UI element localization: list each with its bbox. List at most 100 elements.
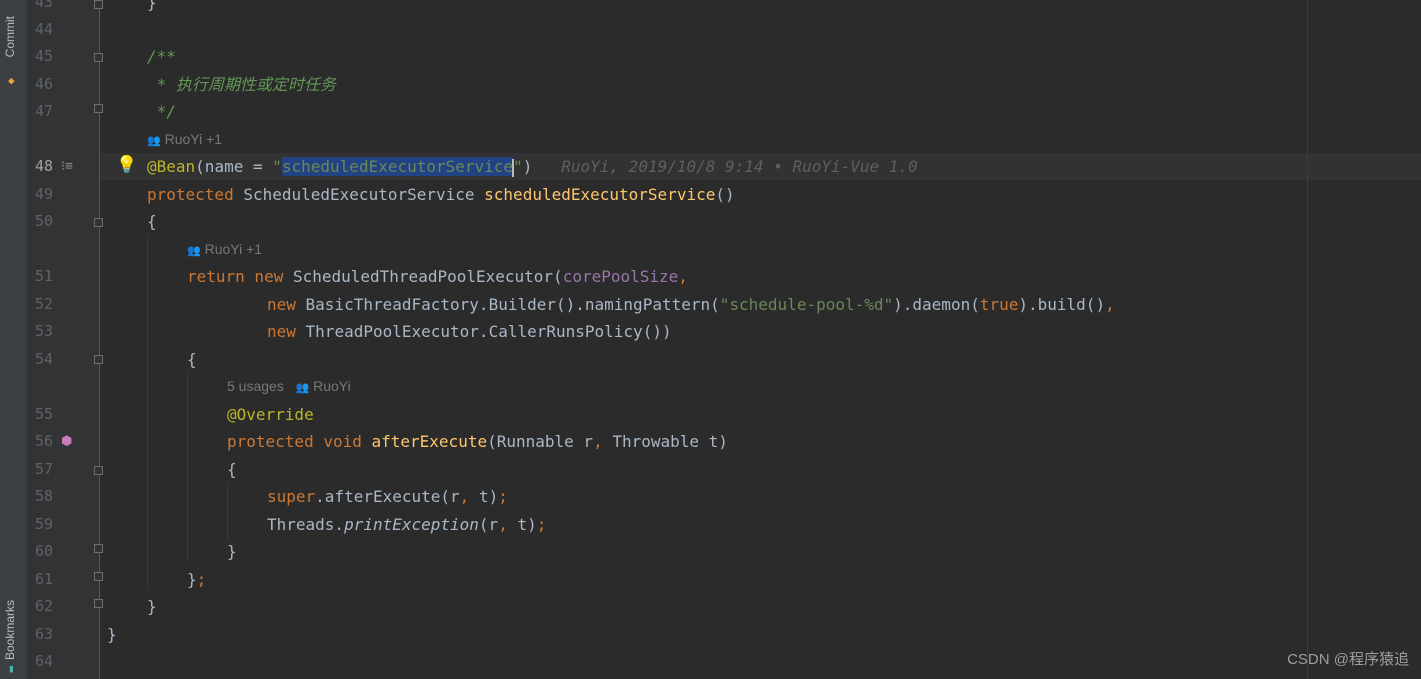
code-line-47[interactable]: */: [147, 98, 176, 125]
usages-hint-text[interactable]: 5 usages: [227, 378, 284, 394]
code-token: t): [507, 515, 537, 534]
code-token: ).build(): [1018, 295, 1106, 314]
code-line-55[interactable]: @Override: [227, 401, 314, 428]
fold-marker[interactable]: [94, 572, 103, 581]
code-token: {: [227, 460, 237, 479]
code-token: ,: [498, 515, 508, 534]
fold-marker[interactable]: [94, 466, 103, 475]
code-token: (): [715, 185, 735, 204]
lightbulb-icon[interactable]: 💡: [116, 154, 137, 176]
code-token: afterExecute: [361, 432, 488, 451]
code-token: ,: [1105, 295, 1115, 314]
code-token: * 执行周期性或定时任务: [147, 75, 336, 94]
code-line-49[interactable]: protected ScheduledExecutorService sched…: [147, 181, 735, 208]
code-line-54[interactable]: {: [187, 346, 197, 373]
line-number: 52: [34, 295, 53, 313]
code-line-53[interactable]: new ThreadPoolExecutor.CallerRunsPolicy(…: [267, 318, 672, 345]
code-line-46[interactable]: * 执行周期性或定时任务: [147, 71, 336, 98]
code-token: (r: [478, 515, 499, 534]
line-number: 64: [34, 652, 53, 670]
code-token: ": [272, 157, 282, 176]
code-token: true: [979, 295, 1019, 314]
users-icon: 👥: [187, 245, 201, 257]
line-number: 57: [34, 460, 53, 478]
override-marker-icon[interactable]: ⬢: [61, 428, 72, 455]
fold-marker[interactable]: [94, 544, 103, 553]
code-token: Throwable t): [602, 432, 728, 451]
code-token: new: [267, 295, 296, 314]
line-number: 53: [34, 322, 53, 340]
code-line-52[interactable]: new BasicThreadFactory.Builder().namingP…: [267, 291, 1115, 318]
fold-marker[interactable]: [94, 53, 103, 62]
fold-marker[interactable]: [94, 599, 103, 608]
code-line-59[interactable]: Threads.printException(r, t);: [267, 511, 546, 538]
author-inlay-hint[interactable]: 👥 RuoYi +1: [187, 236, 262, 265]
bookmarks-tab[interactable]: Bookmarks: [3, 600, 17, 660]
code-token: }: [227, 542, 237, 561]
code-token: @Bean: [147, 157, 196, 176]
code-line-63[interactable]: }: [107, 621, 117, 648]
author-hint-text: RuoYi +1: [164, 131, 223, 147]
code-token: corePoolSize: [562, 267, 679, 286]
code-line-45[interactable]: /**: [147, 43, 176, 70]
indent-guide: [187, 370, 188, 562]
code-token: ScheduledThreadPoolExecutor(: [283, 267, 563, 286]
code-token: Threads.: [267, 515, 345, 534]
line-number: 54: [34, 350, 53, 368]
line-number: 60: [34, 542, 53, 560]
code-token: ): [522, 157, 533, 176]
code-token: super: [267, 487, 316, 506]
code-token: ThreadPoolExecutor.CallerRunsPolicy()): [295, 322, 672, 341]
line-number: 50: [34, 212, 53, 230]
author-inlay-hint[interactable]: 👥 RuoYi +1: [147, 126, 222, 155]
code-line-51[interactable]: return new ScheduledThreadPoolExecutor(c…: [187, 263, 688, 290]
selected-text: scheduledExecutorService: [281, 157, 514, 176]
code-token: }: [147, 0, 157, 12]
code-token: new: [267, 322, 296, 341]
code-line-57[interactable]: {: [227, 456, 237, 483]
fold-marker[interactable]: [94, 0, 103, 9]
git-blame-annotation[interactable]: RuoYi, 2019/10/8 9:14 • RuoYi-Vue 1.0: [561, 157, 917, 176]
author-hint-text: RuoYi: [313, 378, 351, 394]
line-number: 49: [34, 185, 53, 203]
fold-marker[interactable]: [94, 355, 103, 364]
line-number: 45: [34, 47, 53, 65]
code-token: ).daemon(: [893, 295, 980, 314]
code-line-58[interactable]: super.afterExecute(r, t);: [267, 483, 508, 510]
line-number: 51: [34, 267, 53, 285]
code-line-48[interactable]: @Bean(name = "scheduledExecutorService")…: [147, 153, 918, 180]
line-number-current: 48: [34, 157, 53, 175]
code-line-50[interactable]: {: [147, 208, 157, 235]
watermark: CSDN @程序猿追: [1287, 651, 1409, 668]
line-number: 63: [34, 625, 53, 643]
code-token: ;: [536, 515, 547, 534]
code-token: protected void: [227, 432, 362, 451]
usages-inlay-hint[interactable]: 5 usages 👥 RuoYi: [227, 373, 351, 402]
line-number: 44: [34, 20, 53, 38]
fold-marker[interactable]: [94, 104, 103, 113]
line-number: 58: [34, 487, 53, 505]
code-line-43[interactable]: }: [147, 0, 157, 16]
fold-marker[interactable]: [94, 218, 103, 227]
code-token: new: [244, 267, 284, 286]
commit-tab[interactable]: Commit: [3, 16, 17, 57]
code-token: (name =: [195, 157, 273, 176]
users-icon: 👥: [147, 135, 161, 147]
right-margin-guide: [1307, 0, 1308, 679]
line-number: 46: [34, 75, 53, 93]
code-token: BasicThreadFactory.Builder().namingPatte…: [295, 295, 720, 314]
line-number: 61: [34, 570, 53, 588]
code-line-61[interactable]: };: [187, 566, 206, 593]
code-token: ,: [593, 432, 603, 451]
implementation-marker-icon[interactable]: ⁝≡: [61, 153, 73, 180]
code-token: ,: [678, 267, 688, 286]
code-token: {: [147, 212, 157, 231]
code-token: }: [187, 570, 197, 589]
code-line-62[interactable]: }: [147, 593, 157, 620]
code-token: ": [513, 157, 523, 176]
code-token: t): [469, 487, 499, 506]
line-number: 47: [34, 102, 53, 120]
code-line-60[interactable]: }: [227, 538, 237, 565]
code-token: */: [147, 102, 176, 121]
code-line-56[interactable]: protected void afterExecute(Runnable r, …: [227, 428, 728, 455]
